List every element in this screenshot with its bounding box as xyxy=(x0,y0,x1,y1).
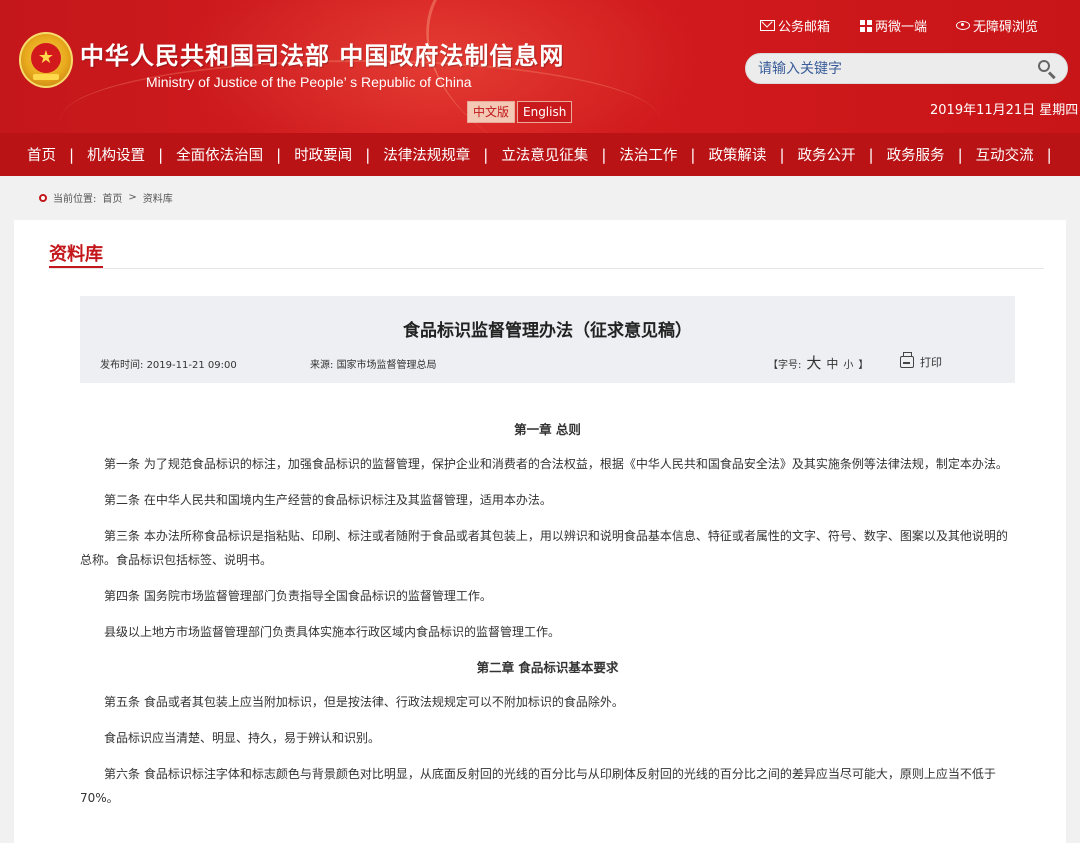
nav-separator: | xyxy=(158,145,164,164)
breadcrumb: 当前位置: 首页 > 资料库 xyxy=(39,190,173,205)
accessible-browse-label: 无障碍浏览 xyxy=(973,20,1039,35)
wechat-weibo-link[interactable]: 两微一端 xyxy=(860,16,927,35)
national-emblem-logo: ★ xyxy=(19,32,73,88)
search-input[interactable] xyxy=(758,59,1028,79)
main-nav: 首页 | 机构设置 | 全面依法治国 | 时政要闻 | 法律法规规章 | 立法意… xyxy=(0,133,1080,176)
official-mail-label: 公务邮箱 xyxy=(778,20,831,35)
article-paragraph: 第三条 本办法所称食品标识是指粘贴、印刷、标注或者随附于食品或者其包装上，用以辨… xyxy=(80,529,1008,567)
nav-item-legal-work[interactable]: 法治工作 xyxy=(619,144,677,165)
print-button[interactable]: 打印 xyxy=(900,352,942,370)
font-size-medium-button[interactable]: 中 xyxy=(826,355,838,372)
article-paragraph: 食品标识应当清楚、明显、持久，易于辨认和识别。 xyxy=(104,731,381,745)
nav-item-news[interactable]: 时政要闻 xyxy=(294,144,352,165)
nav-separator: | xyxy=(779,145,785,164)
article-paragraph: 第一条 为了规范食品标识的标注，加强食品标识的监督管理，保护企业和消费者的合法权… xyxy=(104,457,1008,471)
wechat-weibo-label: 两微一端 xyxy=(875,20,928,35)
search-button[interactable] xyxy=(1037,59,1059,80)
site-header: ★ 中华人民共和国司法部 中国政府法制信息网 Ministry of Justi… xyxy=(0,0,1080,133)
breadcrumb-current-link[interactable]: 资料库 xyxy=(143,190,173,205)
nav-separator: | xyxy=(483,145,489,164)
source-label: 来源: xyxy=(310,360,334,371)
article-paragraph: 第二条 在中华人民共和国境内生产经营的食品标识标注及其监督管理，适用本办法。 xyxy=(104,493,552,507)
nav-separator: | xyxy=(690,145,696,164)
content-panel: 资料库 食品标识监督管理办法（征求意见稿） 发布时间: 2019-11-21 0… xyxy=(14,220,1066,843)
nav-item-government-affairs[interactable]: 政务公开 xyxy=(798,144,856,165)
nav-items: 首页 | 机构设置 | 全面依法治国 | 时政要闻 | 法律法规规章 | 立法意… xyxy=(0,133,1065,176)
lang-chinese-button[interactable]: 中文版 xyxy=(467,101,516,123)
chapter-heading: 第一章 总则 xyxy=(514,422,581,437)
breadcrumb-separator: > xyxy=(128,192,137,203)
source-value: 国家市场监督管理总局 xyxy=(336,360,437,371)
nav-item-home[interactable]: 首页 xyxy=(27,144,56,165)
article-paragraph: 第四条 国务院市场监督管理部门负责指导全国食品标识的监督管理工作。 xyxy=(104,589,492,603)
site-subtitle: Ministry of Justice of the People’ s Rep… xyxy=(146,74,472,90)
font-size-label: 【字号: xyxy=(768,360,802,371)
nav-item-interaction[interactable]: 互动交流 xyxy=(976,144,1034,165)
search-box xyxy=(745,53,1068,84)
nav-item-services[interactable]: 政务服务 xyxy=(887,144,945,165)
article-title: 食品标识监督管理办法（征求意见稿） xyxy=(403,321,692,341)
printer-icon xyxy=(900,352,914,368)
article-header: 食品标识监督管理办法（征求意见稿） 发布时间: 2019-11-21 09:00… xyxy=(80,296,1015,383)
font-size-small-button[interactable]: 小 xyxy=(843,356,853,371)
nav-separator: | xyxy=(365,145,371,164)
nav-separator: | xyxy=(1046,145,1052,164)
article-paragraph: 县级以上地方市场监督管理部门负责具体实施本行政区域内食品标识的监督管理工作。 xyxy=(104,625,561,639)
font-size-bracket: 】 xyxy=(858,360,869,371)
publish-time: 发布时间: 2019-11-21 09:00 xyxy=(100,356,237,371)
nav-item-legislative-opinions[interactable]: 立法意见征集 xyxy=(501,144,588,165)
current-date: 2019年11月21日 星期四 xyxy=(930,103,1079,118)
breadcrumb-home-link[interactable]: 首页 xyxy=(102,190,122,205)
section-title: 资料库 xyxy=(49,244,103,265)
accessible-browse-link[interactable]: 无障碍浏览 xyxy=(956,16,1038,35)
nav-separator: | xyxy=(69,145,75,164)
article-source: 来源: 国家市场监督管理总局 xyxy=(310,356,437,371)
site-title: 中华人民共和国司法部 中国政府法制信息网 xyxy=(80,41,565,70)
official-mail-link[interactable]: 公务邮箱 xyxy=(760,16,830,35)
qr-code-icon xyxy=(860,19,872,32)
nav-item-laws[interactable]: 法律法规规章 xyxy=(383,144,470,165)
nav-separator: | xyxy=(957,145,963,164)
publish-time-value: 2019-11-21 09:00 xyxy=(146,360,237,371)
mail-icon xyxy=(760,20,775,31)
nav-separator: | xyxy=(601,145,607,164)
nav-item-policy-interpretation[interactable]: 政策解读 xyxy=(708,144,766,165)
nav-item-rule-of-law[interactable]: 全面依法治国 xyxy=(176,144,263,165)
article-paragraph: 第六条 食品标识标注字体和标志颜色与背景颜色对比明显，从底面反射回的光线的百分比… xyxy=(80,767,996,805)
section-divider xyxy=(49,268,1044,269)
star-icon: ★ xyxy=(31,43,61,73)
lang-english-button[interactable]: English xyxy=(517,101,573,123)
nav-item-organization[interactable]: 机构设置 xyxy=(87,144,145,165)
article-body: 第一章 总则 第一条 为了规范食品标识的标注，加强食品标识的监督管理，保护企业和… xyxy=(80,418,1015,822)
font-size-switcher: 【字号: 大 中 小 】 xyxy=(768,352,868,373)
print-label: 打印 xyxy=(920,356,942,369)
chapter-heading: 第二章 食品标识基本要求 xyxy=(476,660,619,675)
location-dot-icon xyxy=(39,193,47,202)
nav-separator: | xyxy=(276,145,282,164)
search-icon xyxy=(1038,60,1050,72)
nav-separator: | xyxy=(868,145,874,164)
font-size-large-button[interactable]: 大 xyxy=(806,352,821,373)
article-paragraph: 第五条 食品或者其包装上应当附加标识，但是按法律、行政法规规定可以不附加标识的食… xyxy=(104,695,624,709)
eye-icon xyxy=(956,21,970,30)
publish-time-label: 发布时间: xyxy=(100,360,144,371)
breadcrumb-prefix: 当前位置: xyxy=(53,194,97,205)
